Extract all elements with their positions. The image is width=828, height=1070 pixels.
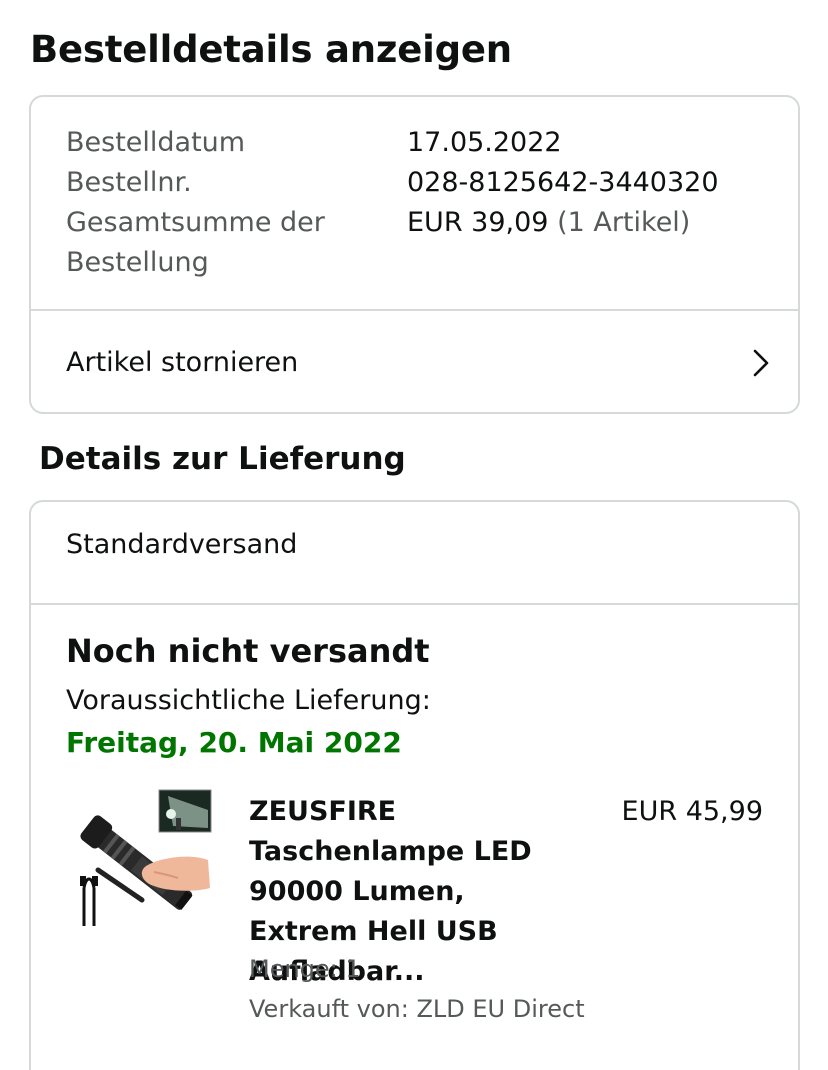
shipment-status: Noch nicht versandt <box>66 632 430 670</box>
flashlight-product-image[interactable] <box>68 788 214 934</box>
cancel-items-label: Artikel stornieren <box>66 347 299 378</box>
order-total-label-line1: Gesamtsumme der <box>66 207 325 238</box>
product-quantity: Menge: 1 <box>249 955 361 983</box>
order-date-row: Bestelldatum 17.05.2022 <box>66 123 562 163</box>
order-details-page: Bestelldetails anzeigen Bestelldatum 17.… <box>0 0 828 1070</box>
order-total-value-group: EUR 39,09 (1 Artikel) <box>407 203 690 243</box>
product-price: EUR 45,99 <box>621 796 763 827</box>
order-number-value: 028-8125642-3440320 <box>407 167 719 198</box>
order-total-label-line2: Bestellung <box>66 247 209 278</box>
delivery-card: Standardversand Noch nicht versandt Vora… <box>29 500 800 1070</box>
order-total-row: Gesamtsumme der Bestellung EUR 39,09 (1 … <box>66 203 690 283</box>
order-number-row: Bestellnr. 028-8125642-3440320 <box>66 163 719 203</box>
chevron-right-icon <box>753 349 769 376</box>
order-date-value: 17.05.2022 <box>407 127 562 158</box>
product-seller: Verkauft von: ZLD EU Direct <box>249 995 585 1023</box>
estimated-delivery-label: Voraussichtliche Lieferung: <box>66 685 431 716</box>
order-date-label: Bestelldatum <box>66 127 246 158</box>
order-summary-card: Bestelldatum 17.05.2022 Bestellnr. 028-8… <box>29 95 800 414</box>
cancel-items-button[interactable]: Artikel stornieren <box>31 311 798 414</box>
page-title: Bestelldetails anzeigen <box>30 28 512 71</box>
order-total-value: EUR 39,09 <box>407 207 549 238</box>
order-number-label: Bestellnr. <box>66 167 192 198</box>
shipping-method: Standardversand <box>66 529 298 560</box>
delivery-details-heading: Details zur Lieferung <box>39 441 406 477</box>
estimated-delivery-date: Freitag, 20. Mai 2022 <box>66 726 402 759</box>
order-total-items: (1 Artikel) <box>557 207 691 238</box>
divider <box>31 603 798 605</box>
